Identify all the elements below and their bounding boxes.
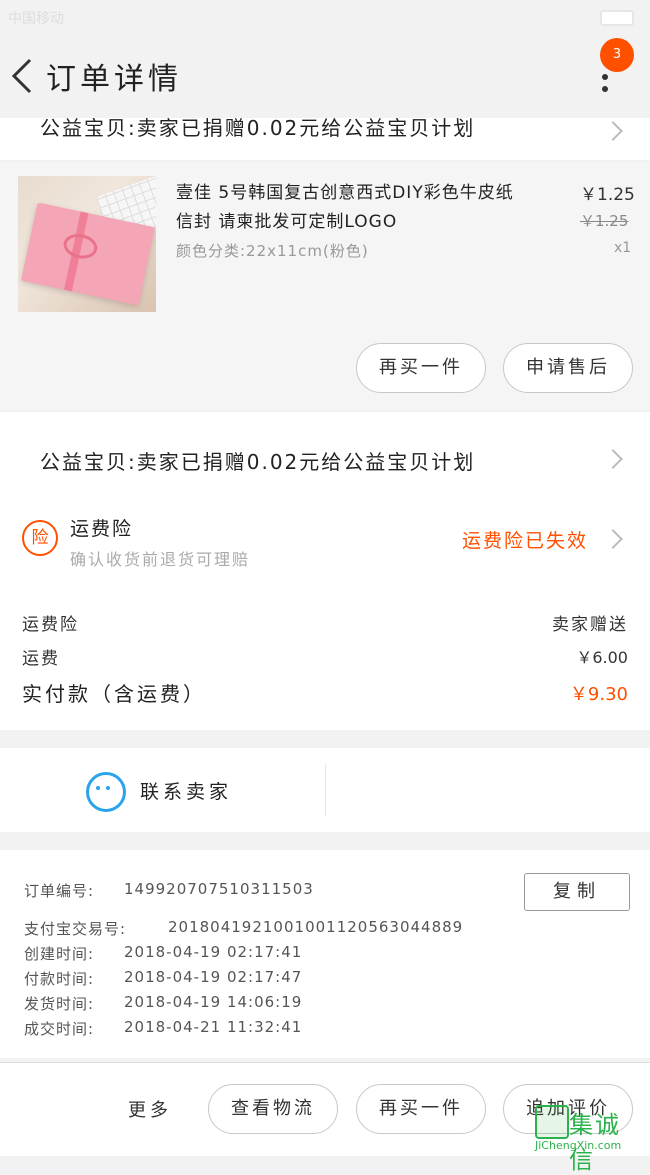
fee-value: 卖家赠送 xyxy=(552,615,628,635)
status-bar: 中国移动 xyxy=(0,0,650,34)
charity-row-top[interactable]: 公益宝贝:卖家已捐赠0.02元给公益宝贝计划 xyxy=(0,118,650,160)
notification-badge: 3 xyxy=(600,38,634,72)
chat-face-icon[interactable] xyxy=(86,772,126,812)
product-name-line2[interactable]: 信封 请柬批发可定制LOGO xyxy=(176,207,397,232)
info-label: 发货时间: xyxy=(24,995,95,1013)
product-quantity: x1 xyxy=(614,240,632,256)
total-value: ￥9.30 xyxy=(569,684,628,705)
carrier-label: 中国移动 xyxy=(8,11,64,27)
product-price: ￥1.25 xyxy=(580,185,635,205)
info-value: 2018-04-19 02:17:47 xyxy=(124,968,303,986)
product-name-line1[interactable]: 壹佳 5号韩国复古创意西式DIY彩色牛皮纸 xyxy=(176,178,514,203)
product-spec: 颜色分类:22x11cm(粉色) xyxy=(176,242,369,260)
more-button[interactable]: 更多 xyxy=(128,1096,172,1122)
buy-again-button[interactable]: 再买一件 xyxy=(356,343,486,393)
watermark-logo: 集诚信 JiChengXin.com xyxy=(535,1105,645,1174)
back-arrow-icon[interactable] xyxy=(8,56,38,96)
contact-seller-button[interactable]: 联系卖家 xyxy=(140,777,232,804)
order-number-label: 订单编号: xyxy=(24,882,95,900)
info-label: 付款时间: xyxy=(24,970,95,988)
buy-again-bottom-button[interactable]: 再买一件 xyxy=(356,1084,486,1134)
chevron-right-icon xyxy=(603,121,623,141)
product-original-price: ￥1.25 xyxy=(580,212,629,230)
info-label: 支付宝交易号: xyxy=(24,920,127,938)
copy-button[interactable]: 复制 xyxy=(524,873,630,911)
info-value: 2018-04-19 02:17:41 xyxy=(124,943,303,961)
fee-label: 运费险 xyxy=(22,615,79,635)
insurance-icon: 险 xyxy=(22,520,58,556)
after-sale-button[interactable]: 申请售后 xyxy=(503,343,633,393)
total-label: 实付款（含运费） xyxy=(22,682,206,706)
page-title: 订单详情 xyxy=(46,62,182,97)
divider xyxy=(325,764,326,816)
info-value: 2018-04-21 11:32:41 xyxy=(124,1018,303,1036)
info-value: 2018-04-19 14:06:19 xyxy=(124,993,303,1011)
fee-value: ￥6.00 xyxy=(576,648,628,667)
order-number-value: 149920707510311503 xyxy=(124,880,314,898)
battery-icon xyxy=(600,10,634,26)
view-logistics-button[interactable]: 查看物流 xyxy=(208,1084,338,1134)
info-label: 创建时间: xyxy=(24,945,95,963)
insurance-subtitle: 确认收货前退货可理赔 xyxy=(70,550,251,569)
insurance-title: 运费险 xyxy=(70,518,134,540)
fee-label: 运费 xyxy=(22,649,60,669)
info-value: 2018041921001001120563044889 xyxy=(168,918,464,936)
insurance-status[interactable]: 运费险已失效 xyxy=(462,526,588,553)
charity-text[interactable]: 公益宝贝:卖家已捐赠0.02元给公益宝贝计划 xyxy=(40,446,475,475)
product-image[interactable] xyxy=(18,176,156,312)
info-label: 成交时间: xyxy=(24,1020,95,1038)
